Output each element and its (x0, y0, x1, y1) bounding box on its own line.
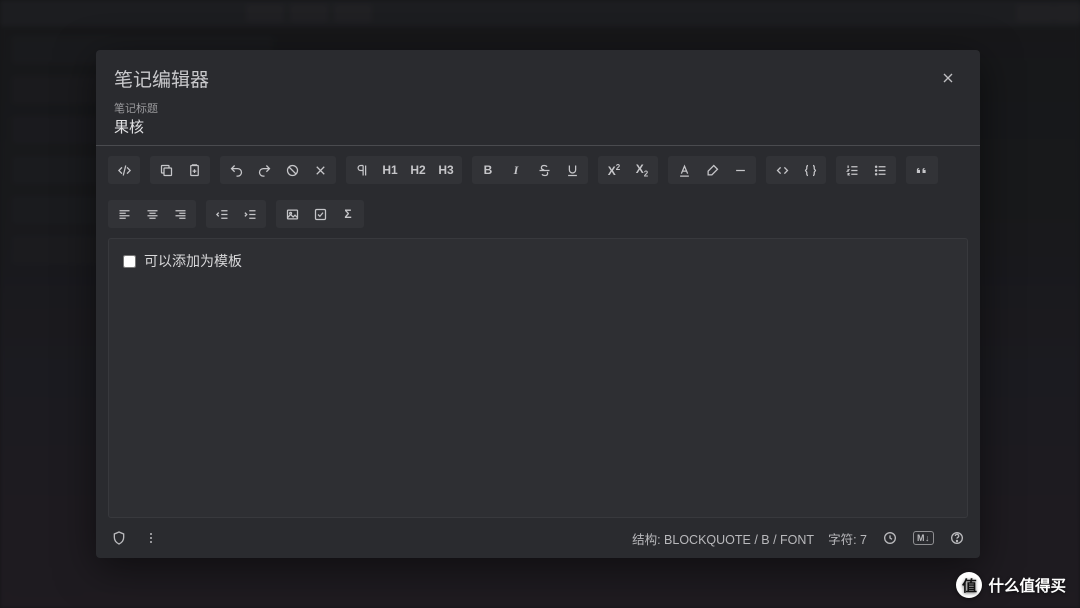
pilcrow-icon (355, 163, 370, 178)
blockquote-button[interactable] (908, 158, 936, 182)
redo-icon (257, 163, 272, 178)
note-title-field[interactable]: 笔记标题 (96, 100, 980, 146)
code-block-button[interactable] (796, 158, 824, 182)
history-button[interactable] (881, 529, 899, 547)
copy-icon (159, 163, 174, 178)
h3-button[interactable]: H3 (432, 158, 460, 182)
code-icon (775, 163, 790, 178)
code-slash-icon (117, 163, 132, 178)
modal-footer: 结构: BLOCKQUOTE / B / FONT 字符: 7 M↓ (96, 518, 980, 558)
ordered-list-button[interactable] (838, 158, 866, 182)
image-button[interactable] (278, 202, 306, 226)
clear-format-button[interactable] (278, 158, 306, 182)
h1-button[interactable]: H1 (376, 158, 404, 182)
close-button[interactable] (934, 64, 962, 92)
clock-icon (882, 530, 898, 546)
underline-button[interactable] (558, 158, 586, 182)
paste-button[interactable] (180, 158, 208, 182)
align-left-button[interactable] (110, 202, 138, 226)
note-title-input[interactable] (114, 116, 962, 139)
more-button[interactable] (142, 529, 160, 547)
help-button[interactable] (948, 529, 966, 547)
inline-code-button[interactable] (768, 158, 796, 182)
italic-button[interactable]: I (502, 158, 530, 182)
text-color-button[interactable] (670, 158, 698, 182)
checklist-checkbox[interactable] (123, 255, 136, 268)
align-center-icon (145, 207, 160, 222)
bold-button[interactable]: B (474, 158, 502, 182)
watermark: 值 什么值得买 (956, 572, 1066, 598)
marker-icon (705, 163, 720, 178)
h2-button[interactable]: H2 (404, 158, 432, 182)
paragraph-button[interactable] (348, 158, 376, 182)
align-center-button[interactable] (138, 202, 166, 226)
unordered-list-button[interactable] (866, 158, 894, 182)
checklist-text: 可以添加为模板 (144, 251, 242, 271)
help-icon (949, 530, 965, 546)
watermark-badge: 值 (956, 572, 982, 598)
quote-icon (915, 163, 930, 178)
list-ul-icon (873, 163, 888, 178)
align-right-button[interactable] (166, 202, 194, 226)
modal-title: 笔记编辑器 (114, 65, 209, 92)
horizontal-rule-button[interactable] (726, 158, 754, 182)
underline-icon (565, 163, 580, 178)
markdown-toggle[interactable]: M↓ (913, 531, 934, 545)
outdent-button[interactable] (208, 202, 236, 226)
shield-icon (111, 530, 127, 546)
editor-toolbar: H1 H2 H3 B I X2 X2 (96, 154, 980, 230)
align-right-icon (173, 207, 188, 222)
indent-button[interactable] (236, 202, 264, 226)
subscript-button[interactable]: X2 (628, 158, 656, 182)
list-ol-icon (845, 163, 860, 178)
watermark-text: 什么值得买 (988, 574, 1066, 596)
source-code-button[interactable] (110, 158, 138, 182)
more-vertical-icon (143, 530, 159, 546)
close-icon (940, 70, 956, 86)
image-icon (285, 207, 300, 222)
clipboard-plus-icon (187, 163, 202, 178)
superscript-button[interactable]: X2 (600, 158, 628, 182)
modal-header: 笔记编辑器 (96, 50, 980, 100)
formula-button[interactable]: Σ (334, 202, 362, 226)
no-icon (285, 163, 300, 178)
structure-indicator: 结构: BLOCKQUOTE / B / FONT (632, 529, 814, 548)
checklist-item[interactable]: 可以添加为模板 (123, 251, 953, 271)
strikethrough-icon (537, 163, 552, 178)
braces-icon (803, 163, 818, 178)
note-title-label: 笔记标题 (114, 100, 962, 116)
minus-icon (733, 163, 748, 178)
strikethrough-button[interactable] (530, 158, 558, 182)
copy-button[interactable] (152, 158, 180, 182)
undo-icon (229, 163, 244, 178)
align-left-icon (117, 207, 132, 222)
char-count: 字符: 7 (828, 529, 867, 548)
checkbox-icon (313, 207, 328, 222)
outdent-icon (215, 207, 230, 222)
undo-button[interactable] (222, 158, 250, 182)
indent-icon (243, 207, 258, 222)
note-editor-modal: 笔记编辑器 笔记标题 H1 H2 H3 B (96, 50, 980, 558)
shield-button[interactable] (110, 529, 128, 547)
highlight-button[interactable] (698, 158, 726, 182)
editor-content-area[interactable]: 可以添加为模板 (108, 238, 968, 518)
font-color-icon (677, 163, 692, 178)
remove-button[interactable] (306, 158, 334, 182)
redo-button[interactable] (250, 158, 278, 182)
x-icon (313, 163, 328, 178)
checkbox-button[interactable] (306, 202, 334, 226)
